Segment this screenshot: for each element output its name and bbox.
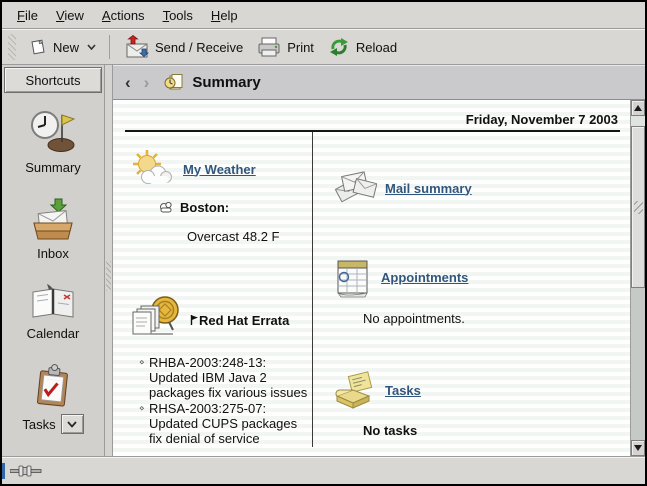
errata-section-header: Red Hat Errata [129, 294, 306, 346]
menu-view[interactable]: View [47, 4, 93, 27]
new-button-label: New [53, 40, 79, 55]
summary-columns: My Weather Boston: [121, 132, 624, 447]
new-note-icon [29, 38, 47, 56]
weather-location-row: Boston: [157, 200, 306, 215]
my-weather-link[interactable]: My Weather [183, 162, 256, 177]
small-cloud-icon [157, 201, 174, 214]
printer-icon [257, 36, 281, 58]
pane-splitter[interactable] [105, 65, 113, 456]
appointments-section-header: Appointments [333, 256, 616, 298]
shortcut-bar-dropdown-button[interactable] [61, 414, 84, 434]
chevron-down-icon [67, 421, 77, 428]
new-button[interactable]: New [22, 34, 103, 60]
send-receive-label: Send / Receive [155, 40, 243, 55]
evolution-window: File View Actions Tools Help New [0, 0, 647, 486]
folder-title-bar: ‹ › Summary [113, 65, 645, 100]
page-title: Summary [192, 74, 260, 91]
menu-bar: File View Actions Tools Help [2, 2, 645, 29]
sidebar-item-label: Inbox [37, 246, 69, 261]
sidebar-item-label: Tasks [22, 417, 55, 432]
calendar-book-icon [28, 283, 78, 321]
reload-button[interactable]: Reload [321, 32, 404, 62]
toolbar-separator [109, 35, 110, 59]
sidebar-item-inbox[interactable]: Inbox [28, 197, 78, 261]
mail-summary-link[interactable]: Mail summary [385, 181, 472, 196]
content-wrap: Friday, November 7 2003 [113, 100, 645, 456]
toolbar: New Send / Receive [2, 29, 645, 65]
errata-title: Red Hat Errata [199, 313, 289, 328]
shortcuts-group-button[interactable]: Shortcuts [4, 67, 102, 93]
tasks-empty-text: No tasks [363, 423, 616, 438]
left-column: My Weather Boston: [121, 132, 313, 447]
print-button[interactable]: Print [250, 32, 321, 62]
sidebar-item-label: Summary [25, 160, 81, 175]
sticky-notes-icon [333, 370, 377, 410]
status-bar [2, 456, 645, 484]
send-receive-icon [123, 35, 149, 59]
tasks-section-header: Tasks [333, 370, 616, 410]
window-body: Shortcuts Summary [2, 65, 645, 456]
errata-item[interactable]: RHBA-2003:248-13: Updated IBM Java 2 pac… [139, 355, 311, 400]
appointments-link[interactable]: Appointments [381, 270, 468, 285]
sidebar-item-calendar[interactable]: Calendar [27, 283, 80, 341]
errata-item[interactable]: RHSA-2003:275-07: Updated CUPS packages … [139, 401, 311, 446]
status-left-tick [2, 463, 5, 479]
scrollbar-thumb[interactable] [631, 126, 645, 288]
connector-plug-icon[interactable] [10, 464, 44, 478]
print-label: Print [287, 40, 314, 55]
sun-cloud-icon [129, 148, 175, 190]
inbox-tray-icon [28, 197, 78, 241]
tasks-clipboard-icon [30, 363, 76, 409]
summary-clock-flag-icon [29, 109, 77, 155]
mail-section-header: Mail summary [333, 168, 616, 208]
scroll-down-button[interactable] [631, 440, 645, 456]
sidebar-item-tasks[interactable]: Tasks [22, 363, 83, 434]
desk-calendar-icon [333, 256, 373, 298]
sidebar-item-summary[interactable]: Summary [25, 109, 81, 175]
weather-location: Boston: [180, 200, 229, 215]
shortcut-list: Summary Inbox [2, 95, 104, 456]
vertical-scrollbar[interactable] [630, 100, 645, 456]
sidebar-item-label: Calendar [27, 326, 80, 341]
weather-conditions: Overcast 48.2 F [187, 229, 306, 244]
reload-label: Reload [356, 40, 397, 55]
current-date: Friday, November 7 2003 [121, 112, 624, 127]
scrollbar-track[interactable] [631, 116, 645, 440]
menu-tools[interactable]: Tools [154, 4, 202, 27]
shortcuts-label: Shortcuts [26, 73, 81, 88]
errata-title-wrap: Red Hat Errata [190, 313, 289, 328]
forward-button[interactable]: › [142, 74, 152, 91]
tasks-label-row: Tasks [22, 414, 83, 434]
summary-page-icon [164, 74, 183, 91]
redhat-errata-docs-icon [129, 294, 183, 346]
scrollbar-grip-icon [634, 201, 643, 214]
right-column: Mail summary [313, 132, 624, 447]
chevron-down-icon [87, 44, 96, 50]
scroll-up-button[interactable] [631, 100, 645, 116]
tasks-link[interactable]: Tasks [385, 383, 421, 398]
errata-list: RHBA-2003:248-13: Updated IBM Java 2 pac… [139, 355, 306, 446]
shortcut-sidebar: Shortcuts Summary [2, 65, 105, 456]
send-receive-button[interactable]: Send / Receive [116, 31, 250, 63]
menu-help[interactable]: Help [202, 4, 247, 27]
weather-section-header: My Weather [129, 148, 306, 190]
menu-actions[interactable]: Actions [93, 4, 154, 27]
envelopes-icon [333, 168, 377, 208]
arrow-down-icon [634, 445, 642, 451]
main-pane: ‹ › Summary Friday, November 7 2003 [113, 65, 645, 456]
black-flag-icon [190, 314, 198, 326]
appointments-empty-text: No appointments. [363, 311, 616, 326]
menu-file[interactable]: File [8, 4, 47, 27]
arrow-up-icon [634, 105, 642, 111]
reload-icon [328, 36, 350, 58]
toolbar-drag-handle[interactable] [8, 34, 16, 60]
back-button[interactable]: ‹ [123, 74, 133, 91]
summary-content: Friday, November 7 2003 [113, 100, 630, 456]
